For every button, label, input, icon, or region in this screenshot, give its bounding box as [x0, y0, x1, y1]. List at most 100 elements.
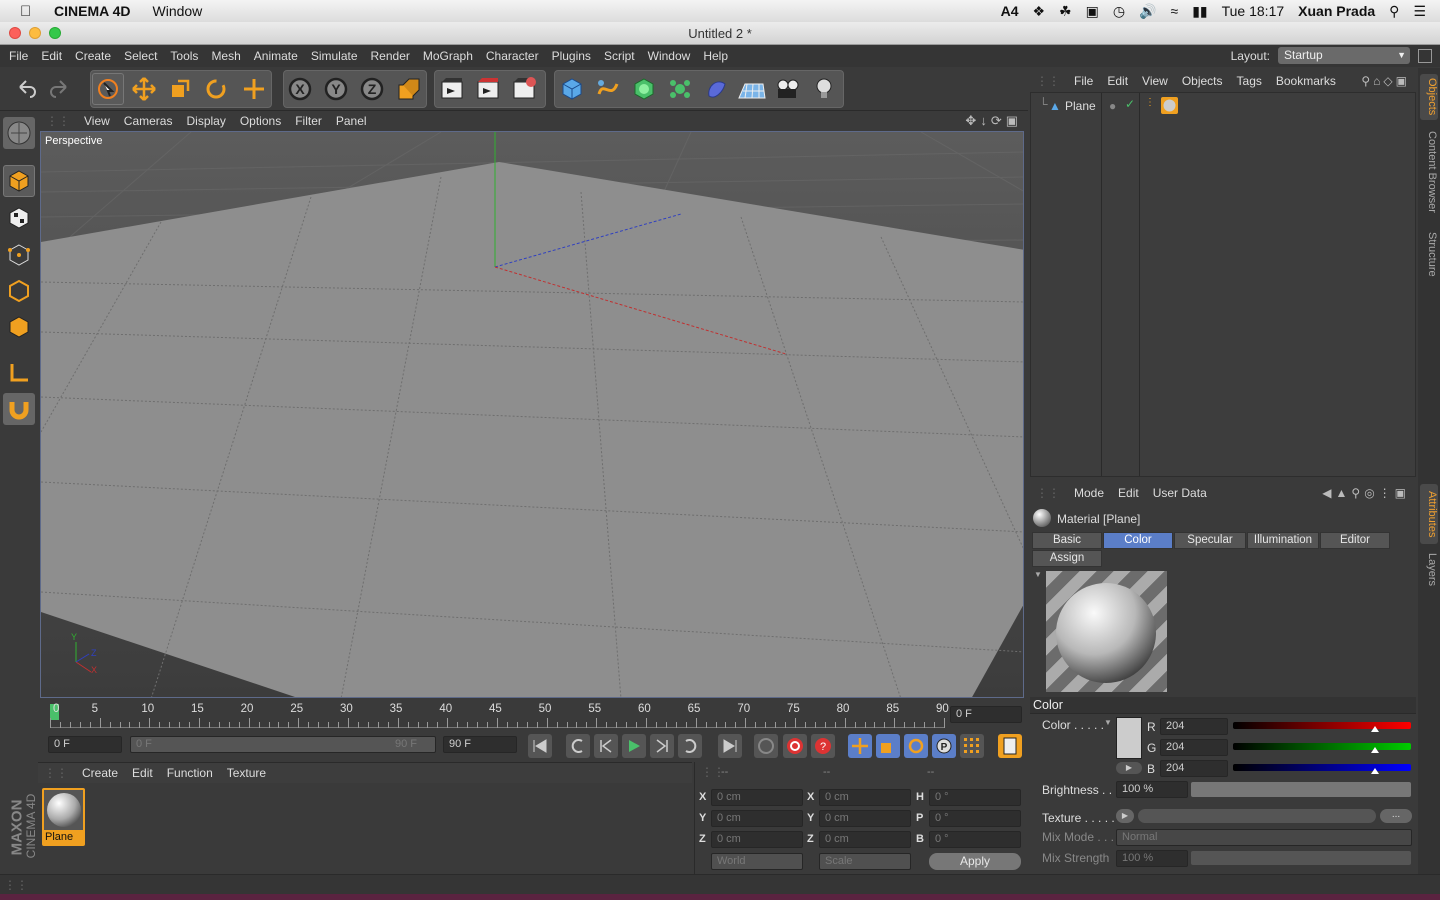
attr-menu-mode[interactable]: Mode	[1074, 486, 1104, 500]
visibility-check-icon[interactable]: ✓	[1125, 97, 1135, 111]
side-tab-layers[interactable]: Layers	[1420, 550, 1438, 590]
notification-center-icon[interactable]: ☰	[1413, 3, 1426, 20]
texture-mode-icon[interactable]	[3, 202, 35, 234]
menu-script[interactable]: Script	[604, 49, 635, 63]
deformer-icon[interactable]	[700, 73, 732, 105]
menu-tools[interactable]: Tools	[170, 49, 198, 63]
snap-magnet-icon[interactable]	[3, 393, 35, 425]
cloner-icon[interactable]	[664, 73, 696, 105]
menu-help[interactable]: Help	[703, 49, 728, 63]
mix-strength-field[interactable]: 100 %	[1116, 850, 1188, 867]
previous-key-icon[interactable]	[566, 734, 590, 758]
battery-menu-icon[interactable]: ▣	[1086, 3, 1099, 20]
apply-button[interactable]: Apply	[929, 853, 1021, 870]
attribute-navigation-icons[interactable]: ◀▲⚲◎⋮▣	[1322, 486, 1410, 500]
size-x-field[interactable]: 0 cm	[819, 789, 911, 806]
r-field[interactable]: 204	[1160, 718, 1228, 735]
rotate-tool-icon[interactable]	[200, 73, 232, 105]
color-swatch[interactable]	[1116, 717, 1142, 759]
go-to-start-icon[interactable]	[528, 734, 552, 758]
menu-simulate[interactable]: Simulate	[311, 49, 358, 63]
g-slider[interactable]	[1233, 743, 1411, 750]
points-mode-icon[interactable]	[3, 239, 35, 271]
layout-select[interactable]: Startup ▼	[1278, 47, 1410, 64]
3d-viewport[interactable]: Perspective Y Z X	[40, 131, 1024, 698]
menu-create[interactable]: Create	[75, 49, 111, 63]
close-window-button[interactable]	[9, 27, 21, 39]
time-machine-icon[interactable]: ◷	[1113, 3, 1125, 20]
texture-slot[interactable]	[1138, 809, 1376, 823]
r-slider[interactable]	[1233, 722, 1411, 729]
viewport-menu-panel[interactable]: Panel	[336, 114, 367, 128]
maximize-layout-icon[interactable]	[1418, 48, 1432, 63]
size-z-field[interactable]: 0 cm	[819, 831, 911, 848]
drag-handle-icon[interactable]: ⋮⋮	[4, 878, 28, 892]
rot-b-field[interactable]: 0 °	[929, 831, 1021, 848]
side-tab-content-browser[interactable]: Content Browser	[1420, 126, 1438, 218]
record-keys-icon[interactable]	[754, 734, 778, 758]
axis-mode-icon[interactable]	[3, 357, 35, 389]
viewport-menu-filter[interactable]: Filter	[295, 114, 322, 128]
spline-pen-icon[interactable]	[592, 73, 624, 105]
menu-mesh[interactable]: Mesh	[211, 49, 240, 63]
coordinate-system-icon[interactable]	[392, 73, 424, 105]
pos-y-field[interactable]: 0 cm	[711, 810, 803, 827]
evernote-icon[interactable]: ☘	[1059, 3, 1072, 20]
viewport-menu-options[interactable]: Options	[240, 114, 281, 128]
obj-menu-objects[interactable]: Objects	[1182, 74, 1223, 88]
scale-tool-icon[interactable]	[164, 73, 196, 105]
rot-h-field[interactable]: 0 °	[929, 789, 1021, 806]
mat-menu-function[interactable]: Function	[167, 766, 213, 780]
key-scale-icon[interactable]	[876, 734, 900, 758]
attr-menu-user-data[interactable]: User Data	[1153, 486, 1207, 500]
window-menu[interactable]: Window	[153, 3, 203, 19]
g-slider-thumb[interactable]	[1371, 747, 1380, 753]
menu-mograph[interactable]: MoGraph	[423, 49, 473, 63]
timeline-ruler[interactable]: 0 5 10 15 20 25 30 35 40 45 50 55 60 65 70 75 80 85 90 0 F	[38, 700, 1028, 732]
object-row-plane[interactable]: └ ▲ Plane ● ✓ ⋮	[1037, 97, 1417, 115]
mat-menu-texture[interactable]: Texture	[227, 766, 266, 780]
polygons-mode-icon[interactable]	[3, 311, 35, 343]
undo-button[interactable]	[10, 73, 42, 105]
rot-p-field[interactable]: 0 °	[929, 810, 1021, 827]
b-field[interactable]: 204	[1160, 760, 1228, 777]
collapse-arrow-icon[interactable]: ▼	[1034, 570, 1042, 579]
y-axis-lock-icon[interactable]: Y	[320, 73, 352, 105]
live-selection-icon[interactable]	[92, 73, 124, 105]
size-mode-select[interactable]: Scale	[819, 853, 911, 870]
size-y-field[interactable]: 0 cm	[819, 810, 911, 827]
redo-button[interactable]	[44, 73, 76, 105]
obj-menu-bookmarks[interactable]: Bookmarks	[1276, 74, 1336, 88]
adobe-status-icon[interactable]: A4	[1001, 3, 1019, 19]
tab-color[interactable]: Color	[1103, 532, 1173, 549]
editor-visibility-icon[interactable]: ⋮	[1145, 97, 1155, 108]
drag-handle-icon[interactable]: ⋮⋮	[1036, 486, 1060, 500]
mat-menu-edit[interactable]: Edit	[132, 766, 153, 780]
apple-icon[interactable]: 	[20, 3, 38, 20]
g-field[interactable]: 204	[1160, 739, 1228, 756]
obj-menu-file[interactable]: File	[1074, 74, 1093, 88]
texture-expand-button[interactable]: ▶	[1116, 809, 1134, 823]
obj-menu-tags[interactable]: Tags	[1237, 74, 1262, 88]
brightness-slider[interactable]	[1191, 782, 1411, 797]
attr-menu-edit[interactable]: Edit	[1118, 486, 1139, 500]
render-to-picture-viewer-icon[interactable]	[472, 73, 504, 105]
drag-handle-icon[interactable]: ⋮⋮	[46, 114, 70, 128]
viewport-navigation-icons[interactable]: ✥↓⟳▣	[965, 113, 1022, 129]
mix-mode-select[interactable]: Normal	[1116, 829, 1412, 846]
object-manager-tool-icons[interactable]: ⚲⌂◇▣	[1361, 74, 1410, 88]
tab-illumination[interactable]: Illumination	[1247, 532, 1319, 549]
clock[interactable]: Tue 18:17	[1222, 3, 1285, 19]
material-preview[interactable]	[1046, 571, 1167, 692]
subdivision-surface-icon[interactable]	[628, 73, 660, 105]
next-frame-icon[interactable]	[650, 734, 674, 758]
tab-assign[interactable]: Assign	[1032, 550, 1102, 567]
render-view-icon[interactable]	[436, 73, 468, 105]
object-list[interactable]: └ ▲ Plane ● ✓ ⋮	[1030, 92, 1416, 477]
spotlight-icon[interactable]: ⚲	[1389, 3, 1399, 20]
side-tab-attributes[interactable]: Attributes	[1420, 484, 1438, 544]
viewport-menu-cameras[interactable]: Cameras	[124, 114, 173, 128]
drag-handle-icon[interactable]: ⋮⋮	[1036, 74, 1060, 88]
play-forward-icon[interactable]	[622, 734, 646, 758]
next-key-icon[interactable]	[678, 734, 702, 758]
